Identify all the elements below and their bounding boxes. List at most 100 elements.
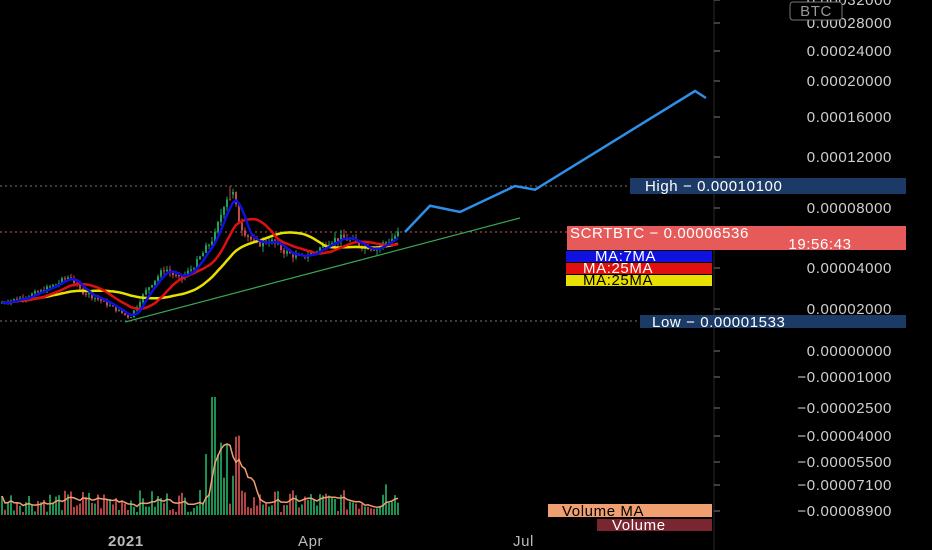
volume-bar: [370, 508, 372, 515]
candle: [34, 291, 36, 294]
volume-bar: [106, 499, 108, 515]
y-tick-label: −0.00005500: [797, 454, 892, 471]
volume-bar: [328, 495, 330, 515]
trendline: [124, 217, 521, 323]
candle: [283, 249, 285, 254]
volume-bar: [364, 506, 366, 515]
candle: [127, 315, 129, 318]
volume-bar: [214, 397, 216, 515]
candle: [64, 278, 66, 280]
candle: [163, 270, 165, 272]
volume-bar: [286, 505, 288, 515]
y-tick-label: 0.00012000: [807, 149, 892, 166]
volume-bar: [331, 496, 333, 515]
price-chart[interactable]: 0.000320000.000280000.000240000.00020000…: [0, 0, 932, 550]
volume-bar: [217, 454, 219, 515]
candle: [229, 199, 231, 201]
volume-bar: [223, 477, 225, 515]
volume-bar: [19, 505, 21, 515]
volume-bar: [283, 505, 285, 515]
volume-bar: [352, 502, 354, 515]
volume-bar: [205, 454, 207, 515]
candle: [394, 236, 396, 239]
y-tick-label: 0.00008000: [807, 200, 892, 217]
volume-bar: [355, 503, 357, 515]
volume-bar: [10, 495, 12, 515]
y-tick-label: −0.00008900: [797, 503, 892, 520]
volume-bar: [292, 490, 294, 515]
x-tick-jul: Jul: [513, 533, 534, 550]
candle: [241, 222, 243, 231]
candles: [1, 186, 399, 319]
volume-bar: [49, 494, 51, 515]
volume-bar: [241, 490, 243, 515]
candle: [160, 270, 162, 277]
volume-bar: [367, 506, 369, 515]
volume-bar: [247, 506, 249, 515]
candle: [244, 230, 246, 236]
volume-bar: [226, 445, 228, 515]
volume-bar: [277, 491, 279, 515]
volume-bar: [112, 504, 114, 515]
volume-bar: [298, 507, 300, 515]
candle: [220, 214, 222, 222]
volume-bar: [100, 508, 102, 515]
candle: [286, 251, 288, 254]
volume-bar: [250, 508, 252, 515]
candle: [49, 286, 51, 288]
y-tick-label: −0.00007100: [797, 477, 892, 494]
y-tick-label: 0.00000000: [807, 343, 892, 360]
volume-bar: [238, 435, 240, 515]
candle: [385, 242, 387, 244]
volume-bar: [7, 502, 9, 515]
volume-bar: [109, 499, 111, 515]
volume-bar: [307, 499, 309, 515]
chart-root: 0.00032000 0.00028000 0.00024000 0.00020000…: [0, 0, 932, 550]
candle: [148, 287, 150, 290]
candle: [151, 285, 153, 288]
volume-bar: [196, 505, 198, 515]
volume-bar: [88, 492, 90, 515]
candle: [88, 293, 90, 295]
candle: [343, 234, 345, 238]
candle: [397, 231, 399, 237]
volume-bar: [94, 503, 96, 515]
volume-bar: [64, 490, 66, 515]
x-tick-2021: 2021: [108, 533, 144, 550]
candle: [145, 289, 147, 295]
candle: [232, 192, 234, 195]
volume-bar: [73, 506, 75, 515]
volume-bar: [373, 508, 375, 515]
volume-bar: [235, 436, 237, 515]
volume-tag-label: Volume: [612, 517, 666, 534]
volume-bar: [232, 475, 234, 515]
candle: [211, 241, 213, 245]
volume-bar: [343, 490, 345, 515]
candle: [52, 284, 54, 287]
volume-bar: [289, 493, 291, 515]
volume-bar: [271, 505, 273, 515]
volume-bar: [154, 506, 156, 515]
volume-bar: [85, 496, 87, 515]
volume-bar: [313, 499, 315, 515]
volume-bar: [13, 510, 15, 515]
y-tick-label: −0.00001000: [797, 369, 892, 386]
volume-bar: [220, 442, 222, 515]
volume-bar: [103, 494, 105, 515]
candle: [202, 252, 204, 257]
volume-bar: [187, 511, 189, 515]
volume-bar: [178, 495, 180, 515]
candle: [130, 317, 132, 319]
volume-bar: [136, 511, 138, 515]
volume-bar: [193, 507, 195, 515]
volume-bar: [58, 495, 60, 515]
volume-bar: [391, 502, 393, 515]
volume-bar: [358, 508, 360, 515]
y-axis[interactable]: 0.000320000.000280000.000240000.00020000…: [714, 0, 892, 520]
volume-bar: [175, 511, 177, 515]
y-tick-label: 0.00016000: [807, 109, 892, 126]
volume-bar: [121, 502, 123, 515]
volume-bar: [319, 494, 321, 515]
volume-bar: [385, 484, 387, 515]
volume-bar: [253, 497, 255, 515]
